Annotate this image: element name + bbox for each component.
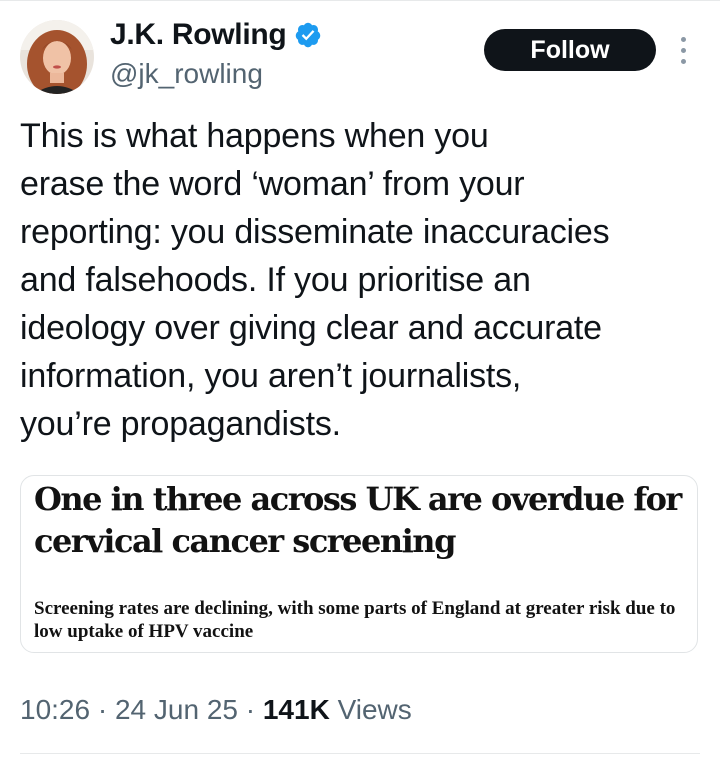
verified-badge-icon	[296, 22, 321, 48]
top-divider	[0, 0, 720, 1]
card-headline: One in three across UK are overdue for c…	[34, 480, 682, 560]
author-handle[interactable]: @jk_rowling	[110, 58, 263, 90]
author-display-name[interactable]: J.K. Rowling	[110, 18, 287, 52]
meta-separator: ·	[245, 694, 256, 725]
author-name-row: J.K. Rowling	[110, 18, 322, 52]
more-dot	[680, 36, 686, 42]
link-preview-card[interactable]: One in three across UK are overdue for c…	[20, 475, 698, 653]
more-dot	[680, 58, 686, 64]
avatar[interactable]	[20, 20, 94, 94]
tweet-text: This is what happens when you erase the …	[20, 117, 610, 443]
bottom-divider	[20, 753, 700, 754]
views-label: Views	[337, 694, 412, 725]
tweet-time[interactable]: 10:26	[20, 694, 90, 725]
tweet-date[interactable]: 24 Jun 25	[115, 694, 238, 725]
views-count: 141K	[262, 694, 330, 725]
avatar-image	[20, 20, 94, 94]
tweet-meta: 10:26 · 24 Jun 25 · 141K Views	[20, 694, 412, 726]
follow-button[interactable]: Follow	[484, 29, 656, 71]
meta-separator: ·	[97, 694, 108, 725]
more-vertical-icon[interactable]	[672, 30, 694, 70]
card-standfirst: Screening rates are declining, with some…	[34, 598, 676, 642]
more-dot	[680, 47, 686, 53]
